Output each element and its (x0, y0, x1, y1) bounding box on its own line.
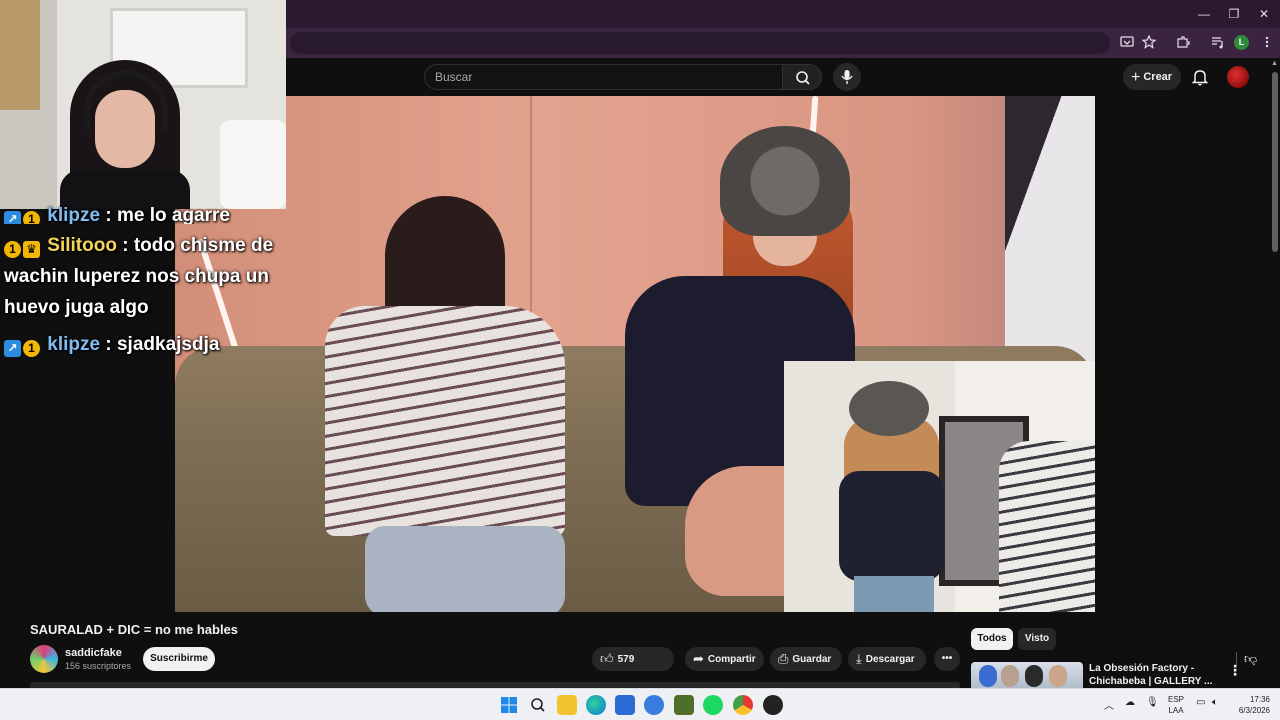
language-code: ESP (1168, 695, 1185, 704)
notifications-bell-icon[interactable] (1190, 67, 1210, 87)
bookmark-icon: ⎙ (778, 651, 789, 666)
chat-text: : me lo agarre (105, 205, 230, 224)
like-count: 579 (617, 654, 635, 665)
share-icon: ➦ (693, 651, 704, 666)
create-label: Crear (1143, 71, 1173, 83)
scrollbar-thumb[interactable] (1272, 72, 1278, 252)
maximize-icon[interactable]: ❐ (1226, 6, 1242, 22)
language-indicator[interactable]: ESP LAA (1168, 694, 1184, 716)
close-icon[interactable]: ✕ (1256, 6, 1272, 22)
profile-icon[interactable]: L (1234, 35, 1249, 50)
chat-text: : todo chisme de wachin luperez nos chup… (4, 235, 274, 318)
thumbs-down-icon[interactable]: 👎︎ (1244, 647, 1257, 671)
keyboard-layout: LAA (1168, 706, 1184, 715)
spotify-icon[interactable] (703, 695, 723, 715)
search-icon (796, 71, 810, 85)
save-label: Guardar (792, 654, 832, 665)
cast-icon[interactable] (1119, 35, 1135, 51)
create-button[interactable]: + Crear (1123, 64, 1181, 90)
channel-name[interactable]: saddicfake (65, 647, 122, 659)
crown-badge-icon: ♛ (23, 241, 40, 258)
chat-username: klipze (47, 334, 101, 355)
page-scrollbar[interactable]: ▲ (1270, 58, 1280, 688)
media-icon[interactable] (1210, 35, 1226, 51)
edge-browser-icon[interactable] (586, 695, 606, 715)
chat-text: : sjadkajsdja (105, 334, 220, 355)
subscriber-badge-icon: ↗ (4, 211, 21, 224)
streamer-webcam (0, 0, 286, 209)
video-player[interactable] (175, 96, 1095, 612)
cloud-icon[interactable]: ☁ (1125, 697, 1135, 708)
more-actions-button[interactable]: ••• (934, 647, 960, 671)
more-horizontal-icon: ••• (941, 653, 953, 664)
subscriber-badge-icon: ↗ (4, 340, 21, 357)
minimize-icon[interactable]: — (1196, 6, 1212, 22)
subscriber-count: 156 suscriptores (65, 661, 132, 671)
video-inset-clip (784, 361, 1095, 612)
chevron-up-icon[interactable]: ︿ (1104, 697, 1114, 712)
menu-icon[interactable] (1259, 35, 1275, 51)
video-person-left (325, 196, 575, 612)
clock-date: 6/3/2026 (1238, 706, 1270, 715)
outlook-icon[interactable] (644, 695, 664, 715)
address-bar[interactable] (290, 32, 1110, 54)
system-clock[interactable]: 17:36 6/3/2026 (1228, 694, 1270, 716)
like-button[interactable]: 👍︎ 579 👎︎ (592, 647, 1257, 671)
gold-badge-icon: 1 (23, 211, 40, 224)
share-button[interactable]: ➦ Compartir (685, 647, 764, 671)
voice-search-button[interactable] (833, 63, 861, 91)
stream-chat-overlay: ↗ 1 klipze : me lo agarre 1 ♛ Silitooo : t… (4, 200, 294, 360)
download-label: Descargar (865, 654, 915, 665)
download-icon: ⤓ (856, 651, 862, 666)
windows-start-icon[interactable] (499, 695, 519, 715)
download-button[interactable]: ⤓ Descargar (848, 647, 926, 671)
clock-time: 17:36 (1249, 695, 1270, 704)
thumbs-up-icon: 👍︎ (600, 651, 614, 666)
chat-username: Silitooo (47, 235, 117, 256)
channel-avatar[interactable] (30, 645, 58, 673)
more-vertical-icon[interactable]: ⋮ (1228, 662, 1242, 679)
minecraft-icon[interactable] (674, 695, 694, 715)
microphone-icon[interactable]: 🎙︎ (1146, 697, 1159, 708)
recommended-video-thumbnail[interactable] (971, 662, 1083, 688)
gold-badge-icon: 1 (23, 340, 40, 357)
volume-icon[interactable]: 🔈︎ (1212, 697, 1218, 708)
search-input[interactable]: Buscar (424, 64, 782, 90)
microphone-icon (841, 70, 853, 84)
gold-badge-icon: 1 (4, 241, 21, 258)
chip-all[interactable]: Todos (971, 628, 1013, 650)
search-button[interactable] (782, 64, 822, 90)
windows-taskbar: ︿ ☁ 🎙︎ ESP LAA ▭ 🔈︎ 17:36 6/3/2026 (0, 688, 1280, 720)
file-explorer-icon[interactable] (557, 695, 577, 715)
video-title: SAURALAD + DIC = no me hables (30, 622, 239, 637)
scroll-up-icon[interactable]: ▲ (1271, 60, 1278, 67)
subscribe-button[interactable]: Suscribirme (143, 647, 215, 671)
recommended-video-title[interactable]: La Obsesión Factory - Chichabeba | GALLE… (1089, 662, 1219, 688)
save-button[interactable]: ⎙ Guardar (770, 647, 842, 671)
star-icon[interactable] (1141, 34, 1157, 51)
obs-icon[interactable] (763, 695, 783, 715)
share-label: Compartir (707, 654, 756, 665)
chrome-icon[interactable] (733, 695, 753, 715)
search-icon[interactable] (528, 695, 548, 715)
chat-message: 1 ♛ Silitooo : todo chisme de wachin lupe… (4, 230, 294, 323)
chat-message: ↗ 1 klipze : sjadkajsdja (4, 329, 294, 360)
plus-icon: + (1131, 69, 1141, 86)
chip-watched[interactable]: Visto (1018, 628, 1056, 650)
network-icon[interactable]: ▭ (1196, 697, 1205, 708)
chat-username: klipze (47, 205, 101, 224)
account-avatar[interactable] (1227, 66, 1249, 88)
store-icon[interactable] (615, 695, 635, 715)
chat-message: ↗ 1 klipze : me lo agarre (4, 200, 294, 224)
extensions-icon[interactable] (1175, 35, 1191, 51)
